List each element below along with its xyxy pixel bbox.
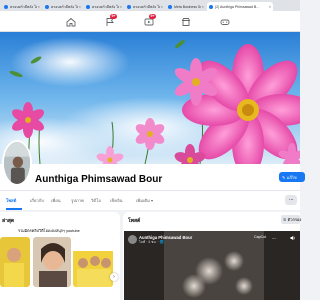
browser-tab-title: Meta Business Suite [174,4,201,9]
pencil-icon: ✎ [282,174,286,180]
cover-photo[interactable] [0,32,300,164]
story-thumbnail[interactable] [73,237,113,287]
browser-tab-title: ครอบครัวมีพลัง โพสต์และร... [51,4,78,9]
close-tab-icon[interactable]: × [202,4,204,9]
edit-profile-button[interactable]: ✎ แก้ไข [279,172,305,182]
tab-more[interactable]: เพิ่มเติม ▾ [136,197,153,204]
tab-about[interactable]: เกี่ยวกับ [30,197,44,204]
flag-icon[interactable]: 9+ [105,14,118,27]
active-tab-indicator [6,208,22,210]
stories-card-subtitle[interactable]: รวมมิตรคลิปวิดีโอเพลงสนุกๆ youtube [18,228,80,234]
notification-badge: 9+ [149,14,157,19]
close-tab-icon[interactable]: × [79,4,81,9]
browser-tab-strip: ครอบครัวมีพลัง โพสต์และร...× ครอบครัวมีพ… [0,0,300,11]
close-tab-icon[interactable]: × [38,4,40,9]
close-tab-icon[interactable]: × [120,4,122,9]
close-tab-icon[interactable]: × [269,4,271,9]
stories-card-title: ล่าสุด [2,218,15,224]
tab-more-label: เพิ่มเติม [136,198,150,203]
meta-favicon-icon [168,4,172,9]
filter-button[interactable]: ⚟ ตัวกรอง [281,215,302,224]
caret-down-icon: ▾ [151,198,154,203]
tab-posts[interactable]: โพสต์ [6,197,16,204]
profile-name: Aunthiga Phimsawad Bour [35,174,163,185]
facebook-top-nav: 9+ 9+ [0,11,300,32]
more-options-button[interactable]: ··· [285,195,297,205]
capcut-watermark: CapCut [254,235,267,239]
tab-photos[interactable]: รูปภาพ [71,197,84,204]
browser-tab-active[interactable]: (2) Aunthiga Phimsawad B... × [207,2,273,11]
tab-friends[interactable]: เพื่อน [51,197,61,204]
story-thumbnail[interactable] [33,237,71,287]
filter-icon: ⚟ [283,217,287,222]
marketplace-icon[interactable] [181,17,191,27]
home-icon[interactable] [66,17,76,27]
tab-videos[interactable]: วิดีโอ [91,197,101,204]
browser-tab-title: ครอบครัวมีพลัง โพสต์และร... [133,4,160,9]
browser-tab[interactable]: ครอบครัวมีพลัง โพสต์และร...× [125,2,165,11]
volume-icon[interactable] [290,235,296,241]
filter-label: ตัวกรอง [287,217,302,222]
profile-avatar[interactable] [2,140,32,186]
browser-tab-title: ครอบครัวมีพลัง โพสต์และร... [10,4,37,9]
next-arrow-button[interactable]: › [110,273,118,281]
post-more-options[interactable]: ··· [272,236,276,242]
video-post[interactable]: Aunthiga Phimsawad Bour ไลฟ์ · 4 ชม. · 🌐… [124,231,300,300]
browser-tab[interactable]: ครอบครัวมีพลัง โพสต์และร...× [43,2,83,11]
post-author-avatar[interactable] [128,235,137,244]
tab-checkins[interactable]: เช็คอิน [110,197,122,204]
browser-tab-title: (2) Aunthiga Phimsawad B... [215,4,260,9]
profile-nav: โพสต์ เกี่ยวกับ เพื่อน รูปภาพ วิดีโอ เช็… [0,190,300,210]
story-thumbnail[interactable] [0,237,30,287]
post-meta: ไลฟ์ · 4 ชม. · 🌐 [139,240,164,244]
facebook-favicon-icon [209,4,213,9]
browser-tab-title: ครอบครัวมีพลัง โพสต์และร... [92,4,119,9]
video-icon[interactable]: 9+ [144,14,157,27]
facebook-favicon-icon [4,4,8,9]
browser-tab[interactable]: ครอบครัวมีพลัง โพสต์และร...× [84,2,124,11]
posts-card-title: โพสต์ [128,218,141,224]
browser-tab[interactable]: ครอบครัวมีพลัง โพสต์และร...× [2,2,42,11]
browser-tab[interactable]: Meta Business Suite× [166,2,206,11]
facebook-favicon-icon [45,4,49,9]
gaming-icon[interactable] [220,17,230,27]
close-tab-icon[interactable]: × [161,4,163,9]
facebook-favicon-icon [86,4,90,9]
edit-profile-label: แก้ไข [286,174,297,180]
facebook-favicon-icon [127,4,131,9]
notification-badge: 9+ [110,14,118,19]
